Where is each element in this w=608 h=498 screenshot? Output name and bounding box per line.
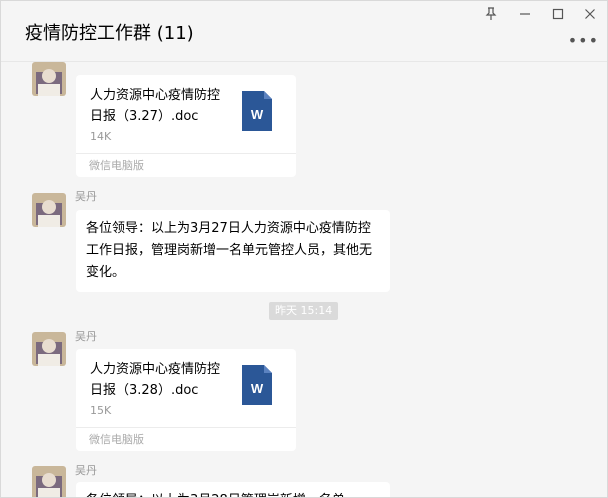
avatar[interactable]	[32, 193, 66, 227]
minimize-icon[interactable]	[514, 5, 536, 23]
file-size: 14K	[90, 130, 112, 143]
word-file-icon: W	[242, 365, 272, 405]
file-message[interactable]: 人力资源中心疫情防控日报（3.27）.doc W 14K 微信电脑版	[76, 75, 296, 177]
svg-text:W: W	[251, 107, 264, 122]
chat-title: 疫情防控工作群 (11)	[25, 23, 194, 44]
text-message[interactable]: 各位领导：以上为3月28日管理岗新增一名单	[76, 482, 390, 497]
sender-name: 吴丹	[75, 330, 97, 343]
file-size: 15K	[90, 404, 112, 417]
chat-window: 疫情防控工作群 (11) ••• 人力资源中心疫情防控日报（3.27）.doc …	[0, 0, 608, 498]
close-icon[interactable]	[579, 5, 601, 23]
title-bar: 疫情防控工作群 (11) •••	[1, 1, 607, 62]
file-source: 微信电脑版	[89, 159, 144, 172]
text-message[interactable]: 各位领导：以上为3月27日人力资源中心疫情防控工作日报，管理岗新增一名单元管控人…	[76, 210, 390, 292]
avatar[interactable]	[32, 62, 66, 96]
file-source: 微信电脑版	[89, 433, 144, 446]
maximize-icon[interactable]	[547, 5, 569, 23]
avatar[interactable]	[32, 332, 66, 366]
more-icon[interactable]: •••	[568, 31, 599, 50]
avatar[interactable]	[32, 466, 66, 497]
file-name: 人力资源中心疫情防控日报（3.28）.doc	[90, 362, 221, 398]
svg-text:W: W	[251, 381, 264, 396]
divider	[76, 427, 296, 428]
sender-name: 吴丹	[75, 464, 97, 477]
divider	[76, 153, 296, 154]
file-name: 人力资源中心疫情防控日报（3.27）.doc	[90, 88, 221, 124]
time-badge: 昨天 15:14	[269, 302, 339, 320]
word-file-icon: W	[242, 91, 272, 131]
pin-icon[interactable]	[480, 5, 502, 23]
sender-name: 吴丹	[75, 190, 97, 203]
file-message[interactable]: 人力资源中心疫情防控日报（3.28）.doc W 15K 微信电脑版	[76, 349, 296, 451]
message-list[interactable]: 人力资源中心疫情防控日报（3.27）.doc W 14K 微信电脑版 吴丹 各位…	[1, 62, 607, 497]
